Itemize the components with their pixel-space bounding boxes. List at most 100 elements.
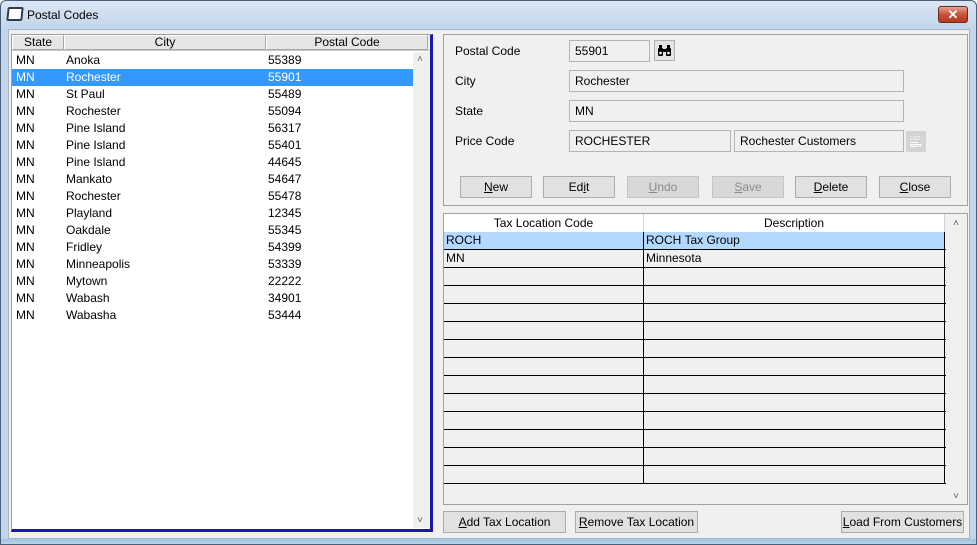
column-header-city[interactable]: City — [64, 35, 266, 50]
edit-button[interactable]: Edit — [543, 176, 615, 198]
list-row[interactable]: MN Mytown 22222 — [12, 273, 413, 290]
cell-description[interactable]: ROCH Tax Group — [644, 232, 945, 249]
list-row[interactable]: MN Minneapolis 53339 — [12, 256, 413, 273]
cell-tax-location-code[interactable] — [444, 394, 644, 411]
cell-tax-location-code[interactable] — [444, 430, 644, 447]
delete-button[interactable]: Delete — [795, 176, 867, 198]
cell-tax-location-code[interactable] — [444, 376, 644, 393]
list-row[interactable]: MN Oakdale 55345 — [12, 222, 413, 239]
save-button-label: ave — [742, 180, 762, 194]
list-row[interactable]: MN Pine Island 56317 — [12, 120, 413, 137]
cell-description[interactable] — [644, 304, 945, 321]
column-header-state[interactable]: State — [12, 35, 64, 50]
grid-row[interactable] — [444, 394, 946, 412]
cell-tax-location-code[interactable] — [444, 286, 644, 303]
postal-code-field[interactable]: 55901 — [569, 40, 650, 62]
list-row[interactable]: MN Wabasha 53444 — [12, 307, 413, 324]
postal-code-list: State City Postal Code MN Anoka 55389 MN Roc… — [11, 34, 433, 532]
city-field[interactable]: Rochester — [569, 70, 904, 92]
grid-row[interactable] — [444, 340, 946, 358]
cell-description[interactable] — [644, 466, 945, 483]
state-field[interactable]: MN — [569, 100, 904, 122]
list-row[interactable]: MN Fridley 54399 — [12, 239, 413, 256]
cell-postal-code: 55489 — [268, 87, 302, 101]
grid-row[interactable] — [444, 304, 946, 322]
column-header-postal-code[interactable]: Postal Code — [266, 35, 428, 50]
cell-description[interactable] — [644, 358, 945, 375]
cell-postal-code: 22222 — [268, 274, 302, 288]
cell-description[interactable] — [644, 448, 945, 465]
cell-tax-location-code[interactable] — [444, 268, 644, 285]
cell-description[interactable]: Minnesota — [644, 250, 945, 267]
cell-description[interactable] — [644, 376, 945, 393]
list-row[interactable]: MN Rochester 55094 — [12, 103, 413, 120]
load-from-customers-button[interactable]: Load From Customers — [841, 511, 964, 533]
grid-row[interactable] — [444, 358, 946, 376]
list-row[interactable]: MN Wabash 34901 — [12, 290, 413, 307]
scroll-down-icon[interactable]: ˅ — [953, 491, 959, 502]
list-row[interactable]: MN Anoka 55389 — [12, 52, 413, 69]
cell-city: Minneapolis — [66, 257, 131, 271]
new-button[interactable]: New — [460, 176, 532, 198]
grid-row[interactable] — [444, 466, 946, 484]
cell-tax-location-code[interactable] — [444, 466, 644, 483]
cell-postal-code: 55901 — [268, 70, 302, 84]
cell-tax-location-code[interactable] — [444, 448, 644, 465]
grid-row[interactable] — [444, 412, 946, 430]
price-code-list-button[interactable]: LIST — [906, 131, 926, 152]
list-row[interactable]: MN Rochester 55478 — [12, 188, 413, 205]
cell-tax-location-code[interactable] — [444, 340, 644, 357]
cell-description[interactable] — [644, 394, 945, 411]
cell-description[interactable] — [644, 268, 945, 285]
cell-description[interactable] — [644, 412, 945, 429]
cell-tax-location-code[interactable] — [444, 358, 644, 375]
cell-state: MN — [16, 257, 35, 271]
undo-button-mnemonic: U — [648, 180, 658, 194]
title-bar: Postal Codes ✕ — [1, 1, 976, 29]
save-button[interactable]: Save — [712, 176, 784, 198]
list-scrollbar[interactable]: ˄ ˅ — [413, 52, 430, 528]
cell-tax-location-code[interactable] — [444, 322, 644, 339]
list-row[interactable]: MN Mankato 54647 — [12, 171, 413, 188]
cell-description[interactable] — [644, 322, 945, 339]
cell-state: MN — [16, 172, 35, 186]
cell-postal-code: 12345 — [268, 206, 302, 220]
scroll-up-icon[interactable]: ˄ — [953, 218, 959, 229]
undo-button[interactable]: Undo — [627, 176, 699, 198]
cell-description[interactable] — [644, 430, 945, 447]
scroll-down-icon[interactable]: ˅ — [417, 515, 423, 526]
cell-description[interactable] — [644, 286, 945, 303]
edit-button-label: t — [586, 180, 590, 194]
search-postal-code-button[interactable] — [654, 40, 675, 61]
close-button[interactable]: Close — [879, 176, 951, 198]
grid-row[interactable] — [444, 286, 946, 304]
remove-tax-location-button[interactable]: Remove Tax Location — [575, 511, 698, 533]
grid-scrollbar[interactable]: ˄ ˅ — [948, 214, 967, 504]
grid-row[interactable] — [444, 430, 946, 448]
grid-row[interactable] — [444, 448, 946, 466]
add-tax-location-button[interactable]: Add Tax Location — [443, 511, 566, 533]
list-row[interactable]: MN Pine Island 55401 — [12, 137, 413, 154]
column-header-description[interactable]: Description — [644, 214, 945, 232]
svg-text:LIST: LIST — [910, 136, 921, 142]
list-row[interactable]: MN Pine Island 44645 — [12, 154, 413, 171]
grid-row[interactable]: MN Minnesota — [444, 250, 946, 268]
cell-tax-location-code[interactable] — [444, 304, 644, 321]
cell-tax-location-code[interactable]: MN — [444, 250, 644, 267]
cell-description[interactable] — [644, 340, 945, 357]
list-row[interactable]: MN Rochester 55901 — [12, 69, 413, 86]
grid-row[interactable]: ROCH ROCH Tax Group — [444, 232, 946, 250]
column-header-tax-location-code[interactable]: Tax Location Code — [444, 214, 644, 232]
close-window-button[interactable]: ✕ — [938, 6, 968, 23]
cell-tax-location-code[interactable]: ROCH — [444, 232, 644, 249]
grid-row[interactable] — [444, 322, 946, 340]
grid-row[interactable] — [444, 268, 946, 286]
cell-postal-code: 55389 — [268, 53, 302, 67]
list-row[interactable]: MN St Paul 55489 — [12, 86, 413, 103]
grid-row[interactable] — [444, 376, 946, 394]
cell-tax-location-code[interactable] — [444, 412, 644, 429]
cell-postal-code: 34901 — [268, 291, 302, 305]
price-code-field[interactable]: ROCHESTER — [569, 130, 731, 152]
scroll-up-icon[interactable]: ˄ — [417, 54, 423, 65]
list-row[interactable]: MN Playland 12345 — [12, 205, 413, 222]
